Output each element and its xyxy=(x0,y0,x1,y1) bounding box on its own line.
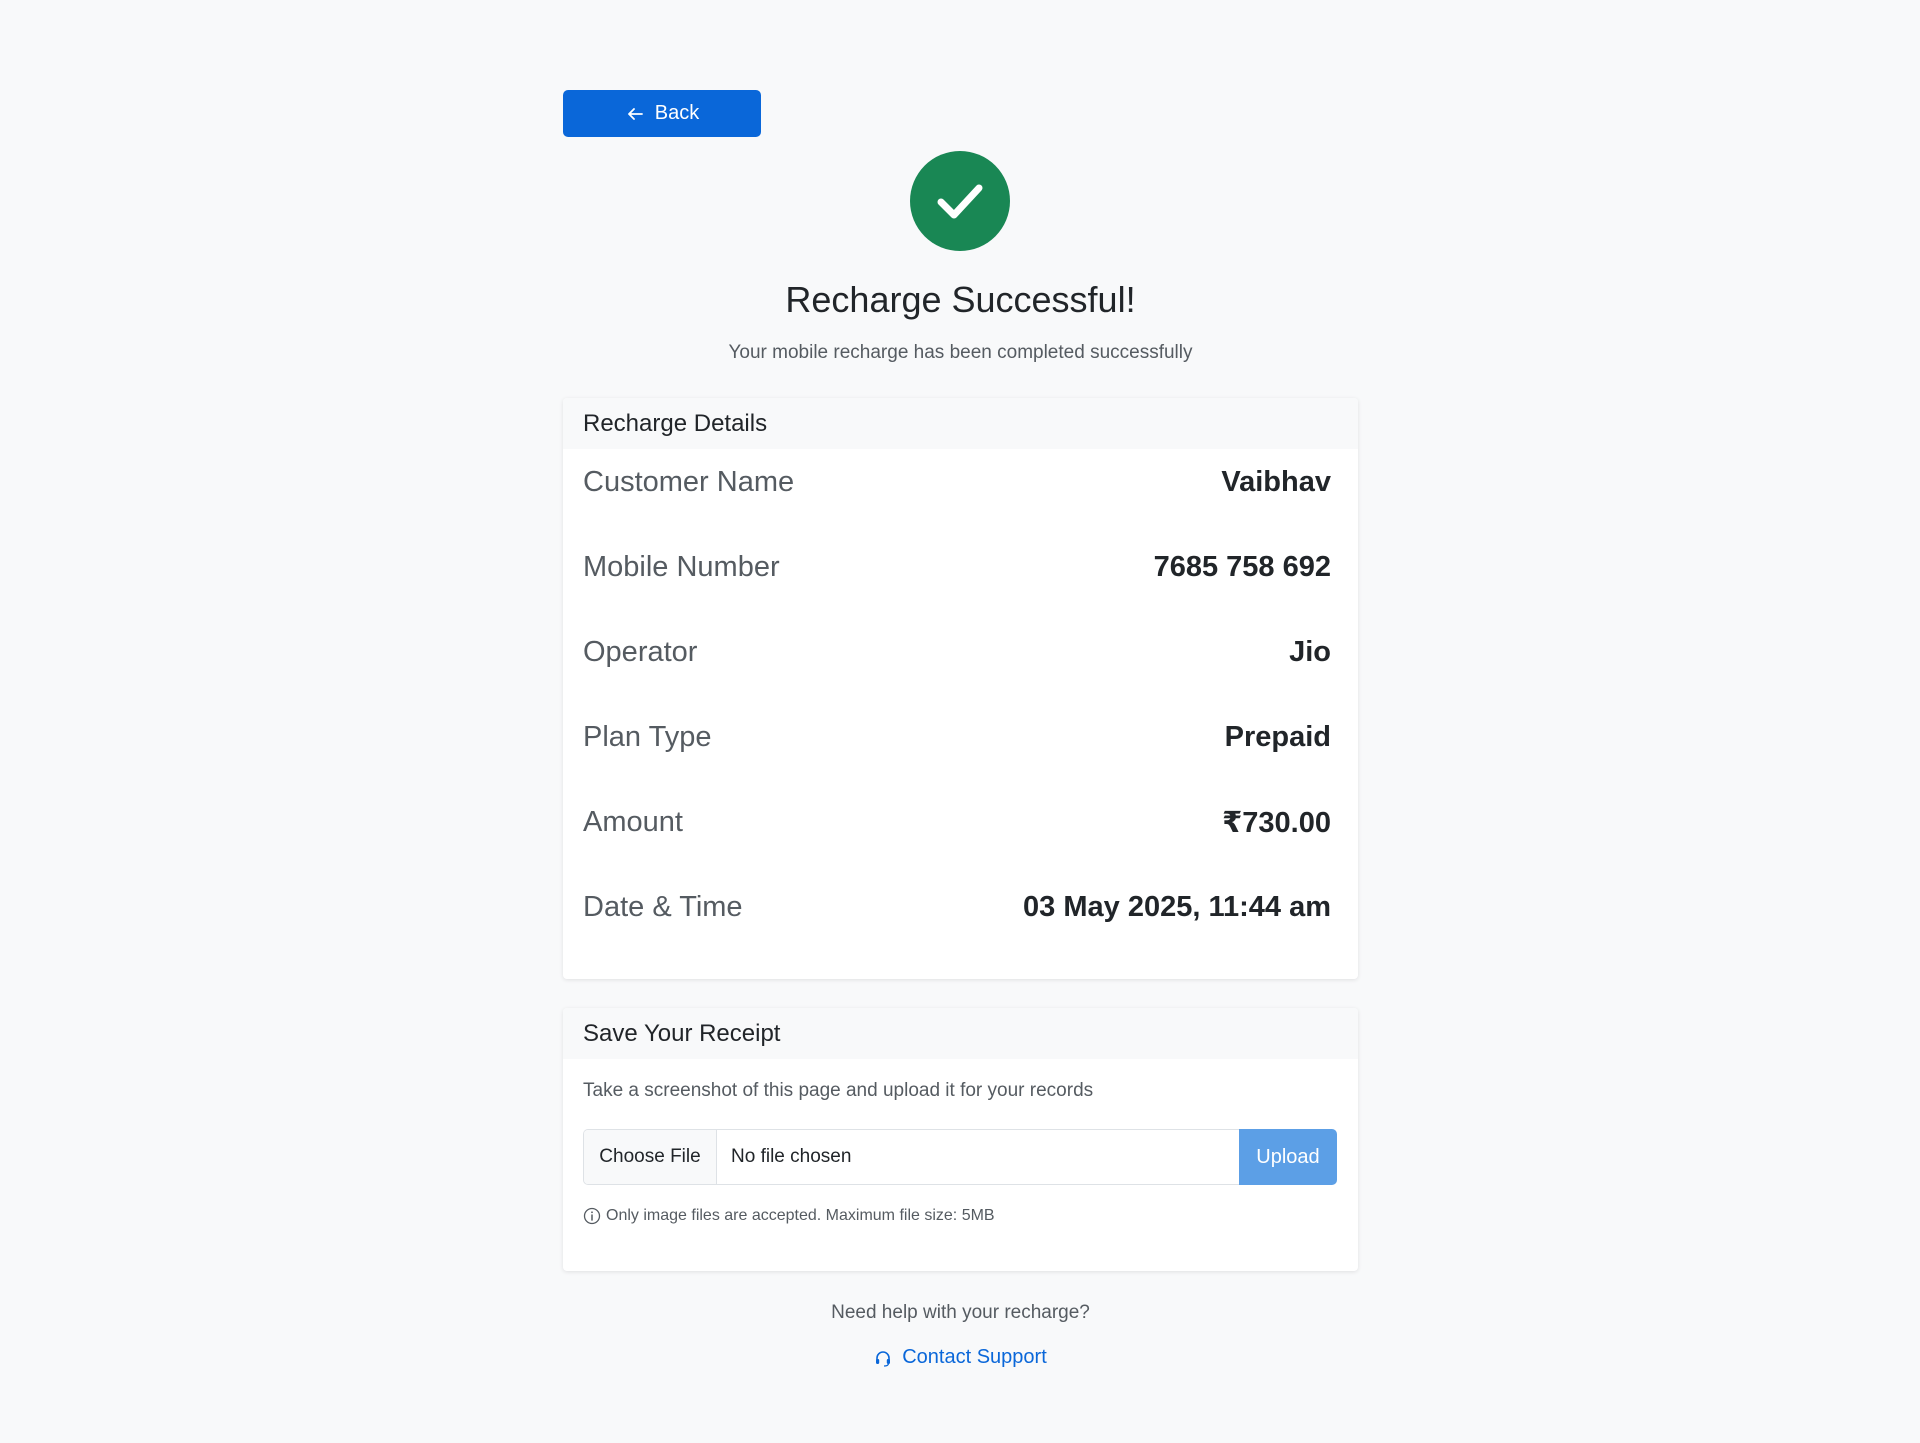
back-button[interactable]: Back xyxy=(563,90,761,137)
receipt-instruction: Take a screenshot of this page and uploa… xyxy=(583,1080,1094,1101)
file-input[interactable]: Choose File No file chosen xyxy=(583,1129,1239,1185)
save-receipt-card: Save Your Receipt Take a screenshot of t… xyxy=(563,1008,1358,1271)
detail-row-date-time: Date & Time 03 May 2025, 11:44 am xyxy=(583,887,1331,927)
back-button-label: Back xyxy=(654,102,700,124)
contact-support-link[interactable]: Contact Support xyxy=(563,1346,1358,1369)
headset-icon xyxy=(876,1350,891,1367)
detail-value: Jio xyxy=(1289,635,1331,668)
detail-label: Plan Type xyxy=(583,720,712,753)
detail-value: Vaibhav xyxy=(1221,465,1331,498)
choose-file-button[interactable]: Choose File xyxy=(584,1130,717,1184)
upload-hint-text: Only image files are accepted. Maximum f… xyxy=(606,1207,995,1224)
detail-row-mobile-number: Mobile Number 7685 758 692 xyxy=(583,547,1331,587)
upload-button[interactable]: Upload xyxy=(1239,1129,1337,1185)
detail-value: 7685 758 692 xyxy=(1153,550,1331,583)
help-question: Need help with your recharge? xyxy=(831,1302,1090,1323)
detail-label: Amount xyxy=(583,805,683,838)
recharge-details-card: Recharge Details Customer Name Vaibhav M… xyxy=(563,398,1358,979)
save-receipt-header: Save Your Receipt xyxy=(563,1008,1358,1059)
detail-value: Prepaid xyxy=(1224,720,1331,753)
info-circle-icon xyxy=(583,1207,601,1225)
file-status-text: No file chosen xyxy=(731,1146,852,1167)
contact-support-label: Contact Support xyxy=(902,1346,1047,1368)
detail-label: Customer Name xyxy=(583,465,795,498)
detail-label: Date & Time xyxy=(583,890,743,923)
detail-value: ₹730.00 xyxy=(1222,806,1331,839)
detail-row-customer-name: Customer Name Vaibhav xyxy=(583,462,1331,502)
arrow-left-icon xyxy=(627,107,643,120)
upload-hint: Only image files are accepted. Maximum f… xyxy=(583,1207,995,1225)
detail-row-operator: Operator Jio xyxy=(583,632,1331,672)
detail-row-amount: Amount ₹730.00 xyxy=(583,802,1331,842)
page-title: Recharge Successful! xyxy=(785,279,1136,320)
detail-value: 03 May 2025, 11:44 am xyxy=(1023,890,1331,923)
file-upload-group: Choose File No file chosen Upload xyxy=(583,1129,1337,1185)
recharge-details-header: Recharge Details xyxy=(563,398,1358,449)
detail-label: Operator xyxy=(583,635,698,668)
detail-label: Mobile Number xyxy=(583,550,780,583)
success-check-icon xyxy=(910,151,1010,251)
detail-row-plan-type: Plan Type Prepaid xyxy=(583,717,1331,757)
page-subtitle: Your mobile recharge has been completed … xyxy=(728,342,1193,363)
